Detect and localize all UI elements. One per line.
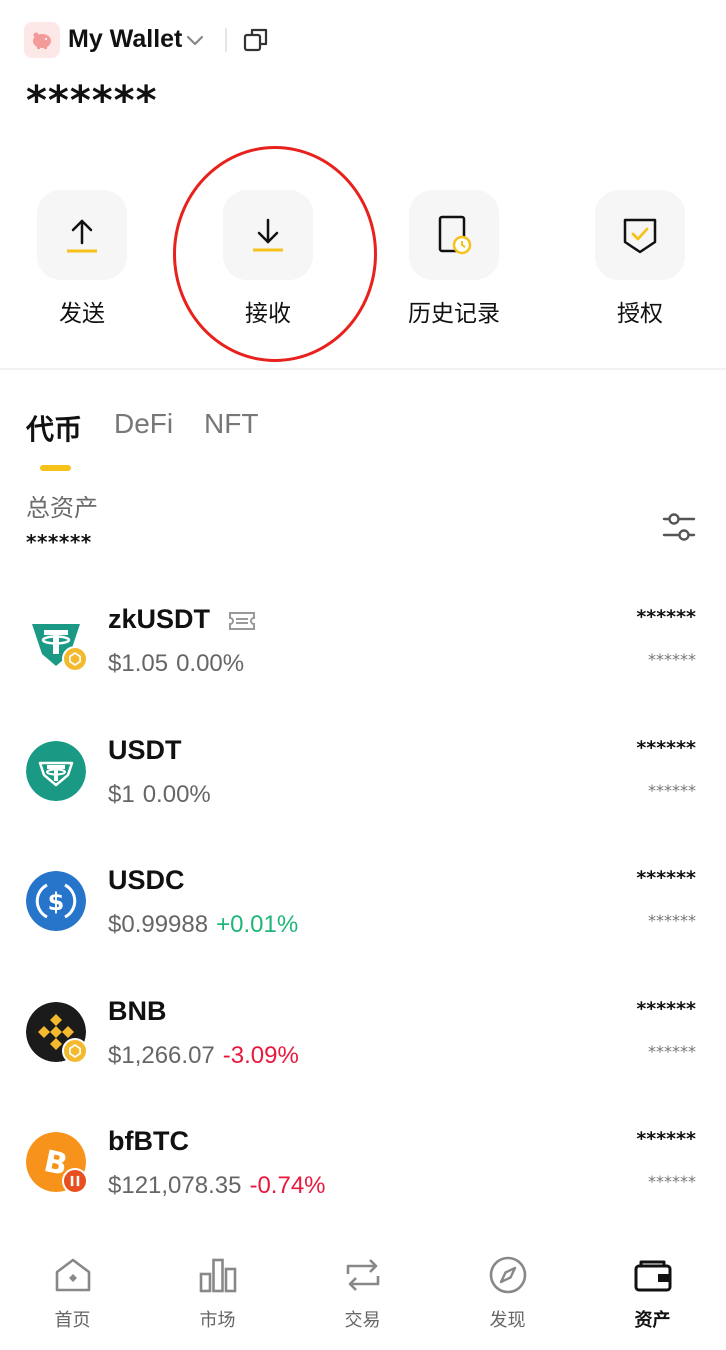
- tab-nft[interactable]: NFT: [204, 408, 258, 440]
- token-value-masked: ******: [648, 911, 696, 930]
- send-action[interactable]: 发送: [22, 185, 142, 328]
- header-divider: [225, 28, 227, 52]
- total-assets-value: ******: [26, 530, 92, 554]
- authorize-tile[interactable]: [595, 190, 685, 280]
- send-tile[interactable]: [37, 190, 127, 280]
- token-amount-masked: ******: [636, 1128, 696, 1150]
- send-label: 发送: [59, 300, 105, 326]
- tether-logo-icon: [26, 740, 86, 801]
- token-value-masked: ******: [648, 1172, 696, 1191]
- trade-swap-icon: [346, 1259, 379, 1291]
- nav-home[interactable]: 首页: [0, 1254, 145, 1332]
- token-change: +0.01%: [216, 911, 299, 938]
- token-symbol: USDC: [108, 865, 185, 895]
- token-value-masked: ******: [648, 650, 696, 669]
- wallet-header: My Wallet ******: [0, 0, 726, 130]
- token-price: $1: [108, 780, 135, 808]
- copy-icon[interactable]: [242, 26, 270, 54]
- ticket-icon[interactable]: [228, 610, 256, 632]
- token-price-line: $1.05 0.00%: [108, 650, 244, 678]
- token-price: $0.99988: [108, 911, 209, 938]
- token-row-usdc[interactable]: $ USDC $0.99988 +0.01% ****** ******: [0, 841, 726, 972]
- authorize-action[interactable]: 授权: [580, 185, 700, 328]
- token-symbol: BNB: [108, 995, 167, 1026]
- token-value-masked: ******: [648, 780, 696, 800]
- bnb-chain-badge-icon: [62, 646, 88, 672]
- total-assets-label: 总资产: [26, 495, 98, 522]
- token-price: $1.05: [108, 650, 169, 677]
- home-icon: [55, 1258, 90, 1292]
- tab-tokens[interactable]: 代币: [26, 408, 82, 448]
- usdc-logo-icon: $: [26, 871, 86, 931]
- assets-wallet-icon: [634, 1260, 671, 1292]
- quick-actions: 发送 接收 历史记录 授权: [0, 185, 726, 335]
- nav-trade-label: 交易: [344, 1310, 381, 1330]
- tab-defi[interactable]: DeFi: [114, 408, 173, 440]
- history-label: 历史记录: [408, 300, 500, 326]
- market-bar-chart-icon: [199, 1258, 236, 1293]
- nav-market[interactable]: 市场: [145, 1254, 290, 1332]
- total-balance-masked[interactable]: ******: [26, 78, 158, 124]
- token-amount-masked: ******: [636, 997, 696, 1020]
- token-price: $121,078.35: [108, 1172, 242, 1199]
- token-row-zkusdt[interactable]: zkUSDT $1.05 0.00% ****** ******: [0, 580, 726, 711]
- receive-action[interactable]: 接收: [208, 185, 328, 328]
- history-action[interactable]: 历史记录: [394, 185, 514, 328]
- token-symbol: zkUSDT: [108, 604, 211, 634]
- token-amount-masked: ******: [636, 606, 696, 628]
- active-tab-indicator: [40, 465, 71, 471]
- receive-tile[interactable]: [223, 190, 313, 280]
- nav-assets-label: 资产: [634, 1310, 671, 1330]
- nav-market-label: 市场: [199, 1310, 236, 1330]
- bifrost-badge-icon: [62, 1168, 88, 1194]
- token-value-masked: ******: [648, 1041, 696, 1061]
- chevron-down-icon[interactable]: [184, 30, 206, 52]
- token-change: 0.00%: [176, 650, 245, 677]
- nav-discover-label: 发现: [489, 1310, 526, 1330]
- nav-discover[interactable]: 发现: [435, 1254, 580, 1332]
- wallet-name[interactable]: My Wallet: [68, 25, 182, 54]
- nav-trade[interactable]: 交易: [290, 1254, 435, 1332]
- history-tile[interactable]: [409, 190, 499, 280]
- token-price-line: $1 0.00%: [108, 781, 211, 809]
- token-change: -0.74%: [249, 1172, 326, 1199]
- token-change: -3.09%: [222, 1041, 299, 1069]
- asset-tabs: 代币 DeFi NFT: [0, 408, 726, 478]
- receive-arrow-down-icon: [253, 218, 283, 252]
- token-amount-masked: ******: [636, 867, 696, 889]
- authorize-shield-check-icon: [623, 218, 657, 254]
- token-symbol: USDT: [108, 734, 182, 765]
- token-row-usdt[interactable]: USDT $1 0.00% ****** ******: [0, 711, 726, 842]
- bottom-nav: 首页 市场 交易 发现 资产: [0, 1240, 726, 1350]
- token-symbol: bfBTC: [108, 1126, 189, 1156]
- filter-settings-icon[interactable]: [660, 510, 698, 544]
- token-change: 0.00%: [142, 780, 211, 808]
- authorize-label: 授权: [617, 300, 663, 326]
- token-row-bfbtc[interactable]: B bfBTC $121,078.35 -0.74% ****** ******: [0, 1102, 726, 1233]
- bnb-chain-badge-icon: [62, 1037, 88, 1064]
- send-arrow-up-icon: [67, 219, 97, 253]
- nav-assets[interactable]: 资产: [580, 1254, 725, 1332]
- wallet-avatar-pig-icon[interactable]: [24, 22, 60, 58]
- nav-home-label: 首页: [54, 1310, 91, 1330]
- token-price-line: $121,078.35 -0.74%: [108, 1172, 326, 1200]
- token-row-bnb[interactable]: BNB $1,266.07 -3.09% ****** ******: [0, 972, 726, 1103]
- discover-compass-icon: [489, 1256, 526, 1294]
- token-price: $1,266.07: [108, 1041, 215, 1069]
- receive-label: 接收: [245, 300, 291, 326]
- history-document-clock-icon: [438, 215, 472, 255]
- token-amount-masked: ******: [636, 736, 696, 759]
- svg-text:$: $: [48, 888, 65, 916]
- section-divider: [0, 368, 726, 370]
- token-price-line: $1,266.07 -3.09%: [108, 1042, 299, 1070]
- token-list: zkUSDT $1.05 0.00% ****** ****** USDT $1 0…: [0, 580, 726, 1233]
- token-price-line: $0.99988 +0.01%: [108, 911, 298, 939]
